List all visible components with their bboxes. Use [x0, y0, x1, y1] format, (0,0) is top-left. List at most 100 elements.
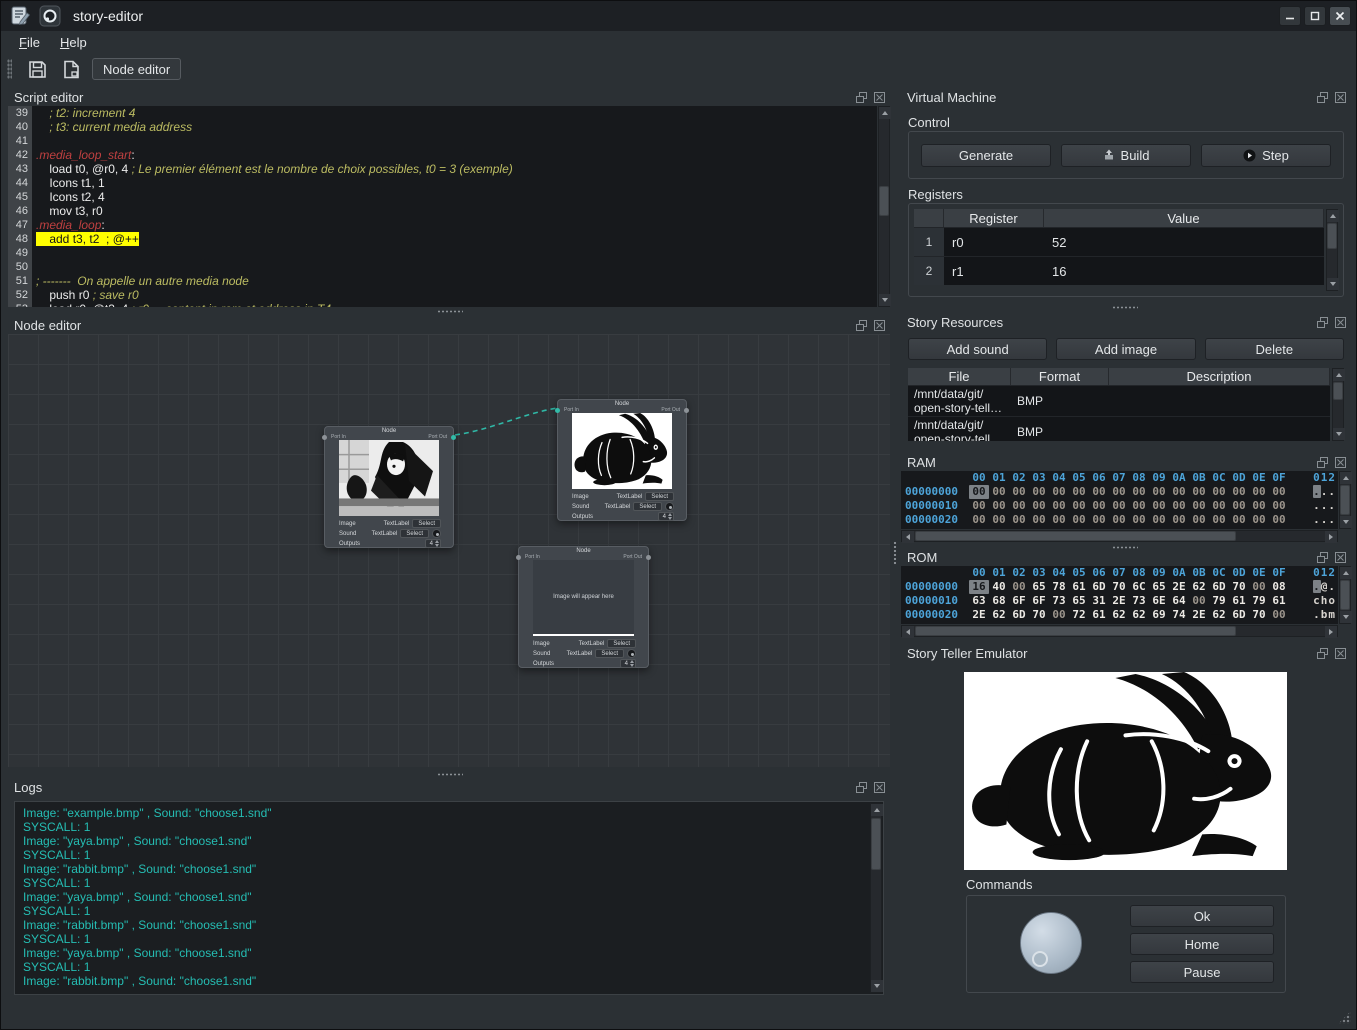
hex-byte[interactable]: 00 [1129, 485, 1149, 499]
hex-byte[interactable]: 00 [1109, 499, 1129, 513]
hex-byte[interactable]: 00 [1249, 580, 1269, 594]
scroll-down-arrow[interactable] [1340, 516, 1352, 528]
select-image-button[interactable]: Select [412, 519, 441, 528]
node-editor-toggle-button[interactable]: Node editor [92, 58, 181, 80]
script-editor-scrollbar[interactable] [878, 106, 890, 307]
splitter-handle[interactable] [1112, 306, 1138, 309]
hex-byte[interactable]: 6D [1089, 580, 1109, 594]
hex-byte[interactable]: 2E [1169, 580, 1189, 594]
hex-byte[interactable]: 6D [1209, 580, 1229, 594]
hex-byte[interactable]: 00 [989, 485, 1009, 499]
play-sound-button[interactable] [432, 529, 441, 538]
hex-byte[interactable]: 00 [1149, 513, 1169, 527]
hex-byte[interactable]: 00 [1209, 499, 1229, 513]
hex-byte[interactable]: 63 [969, 594, 989, 608]
hex-byte[interactable]: 00 [1089, 485, 1109, 499]
scroll-up-arrow[interactable] [879, 107, 891, 119]
rom-hscrollbar[interactable] [901, 625, 1338, 637]
media-node-empty[interactable]: Node Port In Port Out Image will appear … [518, 546, 649, 668]
hex-byte[interactable]: 61 [1069, 580, 1089, 594]
hex-byte[interactable]: 65 [1029, 580, 1049, 594]
add-sound-button[interactable]: Add sound [908, 338, 1047, 360]
hex-byte[interactable]: 00 [1049, 485, 1069, 499]
hex-byte[interactable]: 00 [1189, 513, 1209, 527]
hex-byte[interactable]: 74 [1169, 608, 1189, 622]
hex-byte[interactable]: 00 [1169, 485, 1189, 499]
hex-byte[interactable]: 6D [1229, 608, 1249, 622]
hex-byte[interactable]: 00 [1229, 513, 1249, 527]
port-in-dot[interactable] [516, 555, 521, 560]
hex-byte[interactable]: 00 [1049, 499, 1069, 513]
register-row[interactable]: 2r116 [914, 256, 1324, 285]
splitter-handle[interactable] [437, 310, 463, 313]
hex-row[interactable]: 000000001640006578616D706C652E626D700008… [905, 580, 1338, 594]
hex-byte[interactable]: 00 [1089, 499, 1109, 513]
hex-byte[interactable]: 00 [1009, 513, 1029, 527]
rom-hex-view[interactable]: 000102030405060708090A0B0C0D0E0F01200000… [901, 566, 1338, 624]
close-panel-icon[interactable] [1334, 456, 1347, 469]
select-sound-button[interactable]: Select [595, 649, 624, 658]
splitter-handle[interactable] [437, 773, 463, 776]
ram-vscrollbar[interactable] [1339, 471, 1351, 529]
hex-byte[interactable]: 61 [1089, 608, 1109, 622]
logs-scrollbar[interactable] [870, 803, 882, 993]
toolbar-drag-handle[interactable] [7, 59, 12, 79]
float-panel-icon[interactable] [1316, 91, 1329, 104]
hex-byte[interactable]: 70 [1109, 580, 1129, 594]
resource-row[interactable]: /mnt/data/git/open-story-tell…BMP [908, 416, 1330, 441]
hex-byte[interactable]: 00 [989, 499, 1009, 513]
media-node-girl[interactable]: Node Port In Port Out Image TextLabel Se… [324, 426, 454, 548]
hex-byte[interactable]: 00 [1109, 485, 1129, 499]
menu-item-file[interactable]: File [9, 33, 50, 52]
hex-byte[interactable]: 00 [1129, 513, 1149, 527]
hex-byte[interactable]: 00 [1249, 513, 1269, 527]
hex-byte[interactable]: 00 [1269, 608, 1289, 622]
hex-byte[interactable]: 62 [1189, 580, 1209, 594]
menu-item-help[interactable]: Help [50, 33, 97, 52]
float-panel-icon[interactable] [1316, 647, 1329, 660]
hex-row[interactable]: 000000202E626D70007261626269742E626D7000… [905, 608, 1338, 622]
ram-hscrollbar[interactable] [901, 530, 1338, 542]
hex-byte[interactable]: 00 [1269, 513, 1289, 527]
hex-byte[interactable]: 00 [1109, 513, 1129, 527]
scroll-down-arrow[interactable] [879, 294, 891, 306]
hex-byte[interactable]: 62 [1109, 608, 1129, 622]
wheel-knob[interactable] [1020, 912, 1082, 974]
hex-byte[interactable]: 6C [1129, 580, 1149, 594]
close-panel-icon[interactable] [873, 781, 886, 794]
hex-byte[interactable]: 00 [1049, 608, 1069, 622]
close-panel-icon[interactable] [1334, 551, 1347, 564]
hex-row[interactable]: 0000001000000000000000000000000000000000… [905, 499, 1338, 513]
hex-byte[interactable]: 00 [969, 485, 989, 499]
hex-byte[interactable]: 65 [1069, 594, 1089, 608]
select-image-button[interactable]: Select [645, 492, 674, 501]
maximize-button[interactable] [1304, 6, 1326, 26]
ok-button[interactable]: Ok [1130, 905, 1274, 927]
register-row[interactable]: 1r052 [914, 227, 1324, 256]
generate-button[interactable]: Generate [921, 144, 1051, 167]
select-sound-button[interactable]: Select [400, 529, 429, 538]
hex-byte[interactable]: 73 [1129, 594, 1149, 608]
port-in-dot[interactable] [322, 435, 327, 440]
hex-byte[interactable]: 6D [1009, 608, 1029, 622]
hex-byte[interactable]: 00 [1269, 499, 1289, 513]
hex-byte[interactable]: 00 [969, 499, 989, 513]
scroll-down-arrow[interactable] [871, 980, 883, 992]
hex-row[interactable]: 0000002000000000000000000000000000000000… [905, 513, 1338, 527]
hex-row[interactable]: 0000000000000000000000000000000000000000… [905, 485, 1338, 499]
hex-byte[interactable]: 00 [1069, 513, 1089, 527]
hex-byte[interactable]: 69 [1149, 608, 1169, 622]
hex-byte[interactable]: 08 [1269, 580, 1289, 594]
hex-byte[interactable]: 00 [1229, 499, 1249, 513]
port-in-dot[interactable] [555, 408, 560, 413]
hex-byte[interactable]: 79 [1249, 594, 1269, 608]
hex-byte[interactable]: 00 [1049, 513, 1069, 527]
hex-byte[interactable]: 78 [1049, 580, 1069, 594]
scroll-up-arrow[interactable] [1327, 210, 1339, 222]
scroll-up-arrow[interactable] [1333, 369, 1345, 381]
float-panel-icon[interactable] [855, 91, 868, 104]
scroll-down-arrow[interactable] [1340, 611, 1352, 623]
script-code-area[interactable]: 39 ; t2: increment 440 ; t3: current med… [8, 106, 877, 307]
media-node-rabbit[interactable]: Node Port In Port Out Image TextLabel Se… [557, 399, 687, 521]
port-out-dot[interactable] [684, 408, 689, 413]
